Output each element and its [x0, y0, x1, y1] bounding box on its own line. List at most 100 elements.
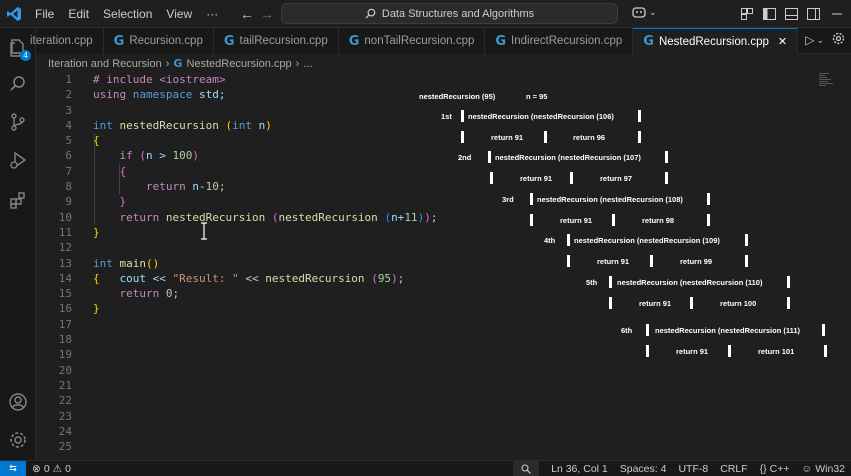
source-control-icon[interactable] — [6, 110, 30, 134]
search-view-icon[interactable] — [6, 72, 30, 96]
level-return-inner: return 91 — [560, 216, 593, 225]
line-number: 21 — [58, 378, 72, 392]
toggle-secondary-sidebar-icon[interactable] — [805, 6, 821, 22]
forward-arrow-icon[interactable]: → — [256, 3, 278, 25]
code-line: { — [119, 164, 127, 178]
trace-bar — [609, 276, 612, 288]
tab-nested-recursion[interactable]: G NestedRecursion.cpp ✕ — [633, 28, 799, 54]
warning-count: 0 — [65, 462, 71, 475]
encoding[interactable]: UTF-8 — [672, 463, 714, 475]
level-return-inner: return 91 — [491, 133, 524, 142]
level-return-outer: return 101 — [758, 347, 795, 356]
chevron-down-icon[interactable]: ⌄ — [816, 35, 824, 46]
chevron-down-icon: ⌄ — [649, 6, 657, 17]
chevron-right-icon: › — [295, 57, 300, 70]
trace-bar — [787, 297, 790, 309]
diagram-root-call: nestedRecursion (95) — [419, 92, 496, 101]
line-number: 20 — [58, 363, 72, 377]
code-line: } — [93, 302, 100, 316]
trace-bar — [461, 110, 464, 122]
tab-label: tailRecursion.cpp — [239, 35, 328, 47]
zoom-icon[interactable] — [513, 461, 540, 476]
cpp-file-icon: G — [113, 33, 125, 49]
more-menu-icon[interactable]: ··· — [199, 0, 225, 28]
tab-recursion[interactable]: G Recursion.cpp — [103, 28, 214, 54]
tab-iteration[interactable]: iteration.cpp — [30, 28, 104, 54]
line-number: 19 — [58, 348, 72, 362]
platform[interactable]: ☺ Win32 — [796, 463, 851, 475]
code-line: return nestedRecursion (nestedRecursion … — [119, 210, 438, 224]
menu-view[interactable]: View — [159, 0, 199, 28]
tab-label: iteration.cpp — [30, 35, 93, 47]
tab-label: NestedRecursion.cpp — [658, 35, 769, 48]
menu-bar: File Edit Selection View ··· — [28, 0, 225, 28]
trace-bar — [824, 345, 827, 357]
tab-label: IndirectRecursion.cpp — [511, 35, 623, 47]
line-number: 23 — [58, 409, 72, 423]
layout-icon[interactable] — [739, 6, 755, 22]
tab-non-tail-recursion[interactable]: G nonTailRecursion.cpp — [338, 28, 486, 54]
code-line: int main() — [93, 256, 160, 270]
text-cursor-icon — [201, 222, 207, 240]
line-number: 3 — [65, 103, 72, 117]
line-number: 5 — [65, 134, 72, 148]
breadcrumb-more[interactable]: ... — [303, 58, 312, 70]
account-icon[interactable] — [6, 390, 30, 414]
minimize-icon[interactable] — [827, 6, 847, 22]
level-return-inner: return 91 — [597, 257, 630, 266]
line-number: 13 — [58, 256, 72, 270]
trace-bar — [638, 110, 641, 122]
status-right: Ln 36, Col 1 Spaces: 4 UTF-8 CRLF {} C++… — [513, 461, 851, 476]
cursor-position[interactable]: Ln 36, Col 1 — [539, 463, 614, 475]
line-number: 17 — [58, 317, 72, 331]
menu-selection[interactable]: Selection — [96, 0, 159, 28]
line-number: 7 — [65, 164, 72, 178]
level-call: nestedRecursion (nestedRecursion (107) — [495, 153, 641, 162]
code-editor[interactable]: 1 2 3 4 5 6 7 8 9 10 11 12 13 14 15 16 17 18 19 20 21 22 23 24 2… — [36, 72, 815, 460]
menu-edit[interactable]: Edit — [61, 0, 96, 28]
extensions-icon[interactable] — [6, 188, 30, 212]
menu-file[interactable]: File — [28, 0, 61, 28]
minimap[interactable] — [815, 72, 851, 112]
line-number: 14 — [58, 271, 72, 285]
level-call: nestedRecursion (nestedRecursion (109) — [574, 236, 720, 245]
tab-indirect-recursion[interactable]: G IndirectRecursion.cpp — [485, 28, 634, 54]
explorer-icon[interactable]: 4 — [6, 36, 31, 61]
trace-bar — [690, 297, 693, 309]
cpp-file-icon: G — [643, 34, 654, 49]
trace-bar — [787, 276, 790, 288]
back-arrow-icon[interactable]: ← — [236, 3, 258, 25]
level-call: nestedRecursion (nestedRecursion (110) — [617, 278, 763, 287]
level-return-outer: return 98 — [642, 216, 675, 225]
copilot-button[interactable]: ⌄ — [631, 5, 657, 19]
run-debug-icon[interactable] — [6, 148, 30, 172]
toggle-sidebar-icon[interactable] — [761, 6, 777, 22]
breadcrumb-file[interactable]: NestedRecursion.cpp — [186, 58, 291, 70]
copilot-icon — [632, 7, 646, 18]
settings-gear-icon[interactable] — [6, 428, 30, 452]
tab-tail-recursion[interactable]: G tailRecursion.cpp — [213, 28, 339, 54]
trace-bar — [822, 324, 825, 336]
toggle-panel-icon[interactable] — [783, 6, 799, 22]
command-center-search[interactable]: Data Structures and Algorithms — [281, 3, 618, 24]
line-number: 6 — [65, 149, 72, 163]
level-label: 3rd — [502, 195, 514, 204]
problems-indicator[interactable]: ⊗ 0 ⚠ 0 — [26, 463, 77, 475]
trace-bar — [490, 172, 493, 184]
breadcrumb-folder[interactable]: Iteration and Recursion — [48, 58, 162, 70]
settings-gear-icon[interactable] — [832, 32, 845, 48]
trace-bar — [488, 151, 491, 163]
run-icon[interactable]: ▷ — [805, 33, 814, 47]
cpp-file-icon: G — [173, 57, 183, 70]
close-icon[interactable]: ✕ — [778, 35, 787, 48]
trace-bar — [530, 193, 533, 205]
line-number: 10 — [58, 210, 72, 224]
remote-indicator-icon[interactable]: ⇆ — [0, 460, 26, 476]
editor-tab-bar: iteration.cpp G Recursion.cpp G tailRecu… — [30, 28, 851, 54]
end-of-line[interactable]: CRLF — [714, 463, 753, 475]
line-number: 11 — [58, 225, 72, 239]
indentation[interactable]: Spaces: 4 — [614, 463, 673, 475]
language-mode[interactable]: {} C++ — [754, 463, 796, 475]
code-line: int nestedRecursion (int n) — [93, 118, 272, 132]
